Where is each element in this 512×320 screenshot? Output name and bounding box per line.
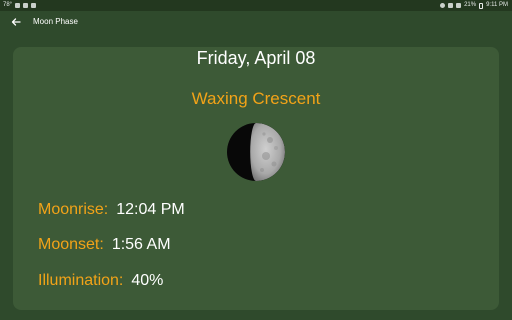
- arrow-left-icon: [11, 18, 21, 26]
- phase-name: Waxing Crescent: [191, 89, 321, 108]
- moonrise-value: 12:04 PM: [116, 201, 185, 218]
- moonset-label: Moonset:: [38, 236, 104, 253]
- illumination-row: Illumination: 40%: [38, 272, 163, 290]
- clock: 9:11 PM: [486, 2, 508, 8]
- illumination-value: 40%: [131, 272, 164, 289]
- status-bar-right: 21% 9:11 PM: [440, 0, 508, 11]
- wifi-icon: [456, 3, 462, 8]
- notification-icon: [23, 3, 29, 8]
- status-bar: 78° 21% 9:11 PM: [0, 0, 512, 11]
- moonrise-row: Moonrise: 12:04 PM: [38, 201, 185, 219]
- battery-percent: 21%: [464, 2, 477, 8]
- app-toolbar: Moon Phase: [0, 11, 512, 33]
- weather-temp: 78°: [3, 2, 13, 8]
- date-heading: Friday, April 08: [196, 48, 316, 68]
- status-bar-left: 78°: [3, 0, 37, 11]
- notification-icon: [15, 3, 21, 8]
- battery-icon: [479, 2, 484, 9]
- toolbar-title: Moon Phase: [33, 17, 78, 26]
- moon-phase-screen: 78° 21% 9:11 PM Moon Phase Friday, April…: [0, 0, 512, 320]
- location-icon: [440, 3, 446, 8]
- moonset-row: Moonset: 1:56 AM: [38, 236, 171, 254]
- moonrise-label: Moonrise:: [38, 201, 109, 218]
- mute-icon: [448, 3, 454, 8]
- moonset-value: 1:56 AM: [111, 236, 171, 253]
- moon-phase-icon: [227, 123, 285, 181]
- notification-icon: [31, 3, 37, 8]
- illumination-label: Illumination:: [38, 272, 124, 289]
- back-button[interactable]: [9, 15, 23, 29]
